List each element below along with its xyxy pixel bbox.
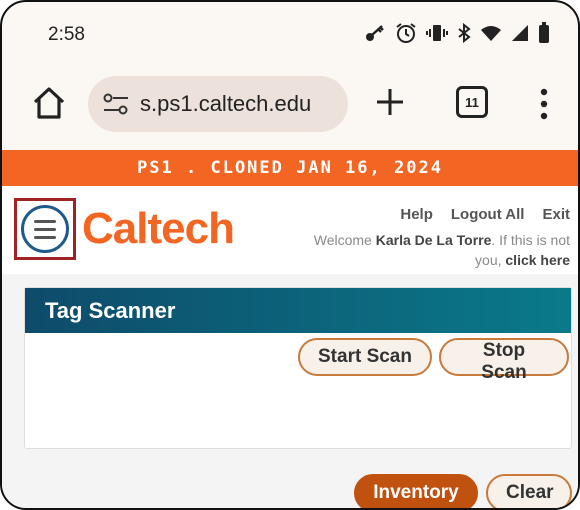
stop-scan-button[interactable]: Stop Scan [439,338,569,383]
hamburger-menu-button[interactable] [21,205,69,253]
menu-bar-icon [34,219,56,223]
vibrate-icon [426,25,448,41]
clear-button[interactable]: Clear [486,474,572,508]
site-settings-icon[interactable] [102,92,130,116]
status-bar: 2:58 [2,2,578,64]
click-here-link[interactable]: click here [505,252,570,268]
help-link[interactable]: Help [400,206,433,223]
alarm-icon [396,23,416,43]
main-content: Tag Scanner Start Scan Stop Scan Invento… [2,274,578,508]
signal-icon [512,25,528,41]
wifi-icon [481,26,501,41]
tag-scanner-panel: Tag Scanner Start Scan Stop Scan [24,287,572,449]
start-scan-button[interactable]: Start Scan [298,338,432,376]
site-header: Caltech Help Logout All Exit Welcome Kar… [2,186,578,275]
welcome-message: Welcome Karla De La Torre. If this is no… [290,230,570,270]
exit-link[interactable]: Exit [542,206,570,223]
url-text: s.ps1.caltech.edu [140,91,312,116]
welcome-prefix: Welcome [313,232,376,248]
bluetooth-icon [458,23,471,43]
caltech-logo[interactable]: Caltech [82,204,235,254]
phone-frame: 2:58 s.ps1.caltech.edu 11 PS1 . CLONED J… [0,0,580,510]
browser-toolbar: s.ps1.caltech.edu 11 [2,64,578,150]
tab-switcher-button[interactable]: 11 [456,86,488,118]
home-icon[interactable] [30,84,68,122]
inventory-button[interactable]: Inventory [354,474,478,508]
user-name: Karla De La Torre [375,232,492,248]
new-tab-icon[interactable] [374,86,406,118]
header-links: Help Logout All Exit [400,206,570,223]
key-icon [366,25,384,41]
tab-count: 11 [465,94,479,110]
address-bar[interactable]: s.ps1.caltech.edu [88,76,348,132]
logout-all-link[interactable]: Logout All [451,206,525,223]
tag-scanner-title: Tag Scanner [25,288,571,333]
menu-bar-icon [34,235,56,239]
environment-banner: PS1 . CLONED JAN 16, 2024 [2,150,578,186]
status-time: 2:58 [48,24,85,45]
menu-bar-icon [34,227,56,231]
status-icons [364,22,550,44]
battery-icon [539,22,549,43]
more-options-icon[interactable] [540,88,548,120]
